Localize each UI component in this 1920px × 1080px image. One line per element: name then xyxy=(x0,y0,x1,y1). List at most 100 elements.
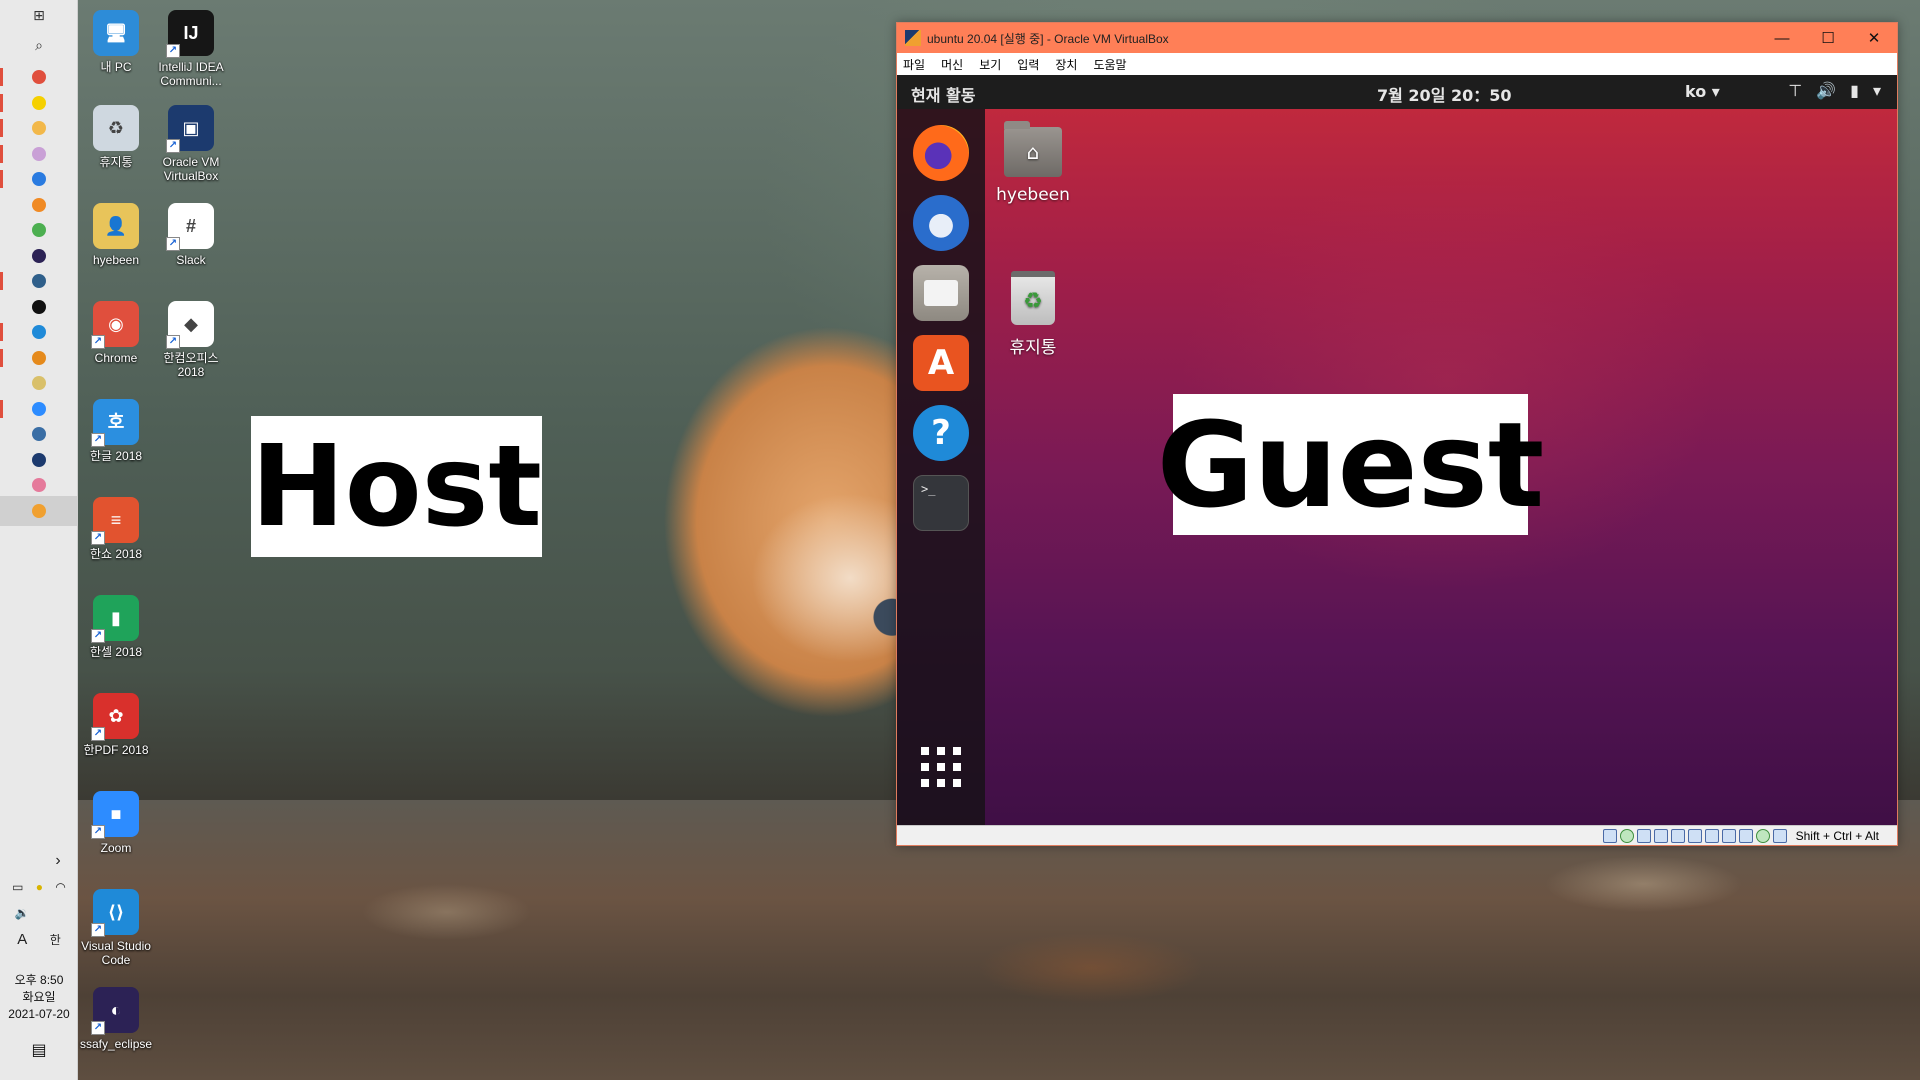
menu-machine[interactable]: 머신 xyxy=(941,56,963,73)
desktop-icon-hancell[interactable]: ▮ ↗ 한셀 2018 xyxy=(80,595,152,659)
virtualbox-glyph-icon xyxy=(32,452,46,467)
vbox-title-bar[interactable]: ubuntu 20.04 [실행 중] - Oracle VM VirtualB… xyxy=(897,23,1897,53)
input-mode-a-icon[interactable]: A xyxy=(17,931,27,948)
desktop-icon-hangul[interactable]: 호 ↗ 한글 2018 xyxy=(80,399,152,463)
hancell-icon: ▮ ↗ xyxy=(91,595,139,643)
desktop-icon-vscode[interactable]: ⟨⟩ ↗ Visual Studio Code xyxy=(80,889,152,967)
virtualbox-running-glyph-icon xyxy=(32,503,46,518)
hyebeen-icon: 👤 xyxy=(93,203,139,249)
clock-day: 화요일 xyxy=(22,990,56,1004)
desktop-icon-slack[interactable]: # ↗ Slack xyxy=(155,203,227,267)
vbox-status-bar: Shift + Ctrl + Alt xyxy=(897,825,1897,845)
hard-disk-status-icon[interactable] xyxy=(1602,828,1617,843)
eclipse-icon: ◐ ↗ xyxy=(91,987,139,1035)
cpu-status-icon[interactable] xyxy=(1755,828,1770,843)
wifi-icon[interactable]: ◠ xyxy=(55,880,65,894)
usb-status-icon[interactable] xyxy=(1670,828,1685,843)
close-button[interactable]: ✕ xyxy=(1851,23,1897,53)
hyebeen-glyph: 👤 xyxy=(104,216,128,236)
ubuntu-home-folder[interactable]: ⌂ hyebeen xyxy=(983,121,1083,205)
shortcut-arrow-icon: ↗ xyxy=(166,335,180,349)
mypc-label: 내 PC xyxy=(100,60,132,74)
display-status-icon[interactable] xyxy=(1704,828,1719,843)
menu-help[interactable]: 도움말 xyxy=(1093,56,1126,73)
guest-display[interactable]: 현재 활동 7월 20일 20：50 ko ▾ ⊤ 🔊 ▮ ▾ A ? >_ ⌂… xyxy=(897,75,1897,825)
zoom-icon: ■ ↗ xyxy=(91,791,139,839)
thunderbird-icon[interactable] xyxy=(913,195,969,251)
clock-date: 2021-07-20 xyxy=(8,1007,70,1021)
hanpdf-glyph: ✿ xyxy=(108,706,124,726)
firefox-icon[interactable] xyxy=(913,125,969,181)
virtualbox-icon: ▣ ↗ xyxy=(166,105,214,153)
desktop-icon-hanpdf[interactable]: ✿ ↗ 한PDF 2018 xyxy=(80,693,152,757)
ubuntu-trash[interactable]: ♻ 휴지통 xyxy=(983,271,1083,358)
hanpdf-icon: ✿ ↗ xyxy=(91,693,139,741)
host-key-label: Shift + Ctrl + Alt xyxy=(1795,828,1879,843)
kakaotalk-tray-icon[interactable]: ● xyxy=(36,880,43,894)
ubuntu-software-icon[interactable]: A xyxy=(913,335,969,391)
chrome-icon: ◉ ↗ xyxy=(91,301,139,349)
maximize-button[interactable]: ☐ xyxy=(1805,23,1851,53)
recycle-glyph: ♻ xyxy=(107,118,125,138)
recording-status-icon[interactable] xyxy=(1721,828,1736,843)
input-mode-hangul-icon[interactable]: 한 xyxy=(50,931,61,948)
virtualbox-running-taskbar-icon[interactable] xyxy=(0,495,78,526)
volume-icon[interactable]: 🔉 xyxy=(15,906,30,920)
minimize-button[interactable]: — xyxy=(1759,23,1805,53)
eclipse-label: ssafy_eclipse xyxy=(80,1037,153,1051)
app-people-glyph-icon xyxy=(32,427,46,441)
menu-devices[interactable]: 장치 xyxy=(1055,56,1077,73)
desktop-icon-chrome[interactable]: ◉ ↗ Chrome xyxy=(80,301,152,365)
taskbar-clock[interactable]: 오후 8:50 화요일 2021-07-20 xyxy=(0,972,78,1023)
desktop-icon-mypc[interactable]: 🖥 내 PC xyxy=(80,10,152,74)
help-icon[interactable]: ? xyxy=(913,405,969,461)
hancomoffice-glyph: ◆ xyxy=(184,314,198,334)
files-icon[interactable] xyxy=(913,265,969,321)
ubuntu-clock[interactable]: 7월 20일 20：50 xyxy=(1377,82,1512,106)
desktop-icon-hanshow[interactable]: ≡ ↗ 한쇼 2018 xyxy=(80,497,152,561)
desktop-icon-eclipse[interactable]: ◐ ↗ ssafy_eclipse xyxy=(80,987,152,1051)
start-glyph: ⊞ xyxy=(33,6,45,23)
show-applications-icon[interactable] xyxy=(921,747,961,787)
hancomoffice-label: 한컴오피스 2018 xyxy=(163,351,219,379)
shared-folders-status-icon[interactable] xyxy=(1687,828,1702,843)
keyboard-capture-status-icon[interactable] xyxy=(1772,828,1787,843)
search-icon[interactable]: ⌕ xyxy=(0,30,78,60)
app-terminal-glyph-icon xyxy=(32,274,46,288)
desktop-icon-recycle[interactable]: ♻ 휴지통 xyxy=(80,105,152,169)
vscode-glyph: ⟨⟩ xyxy=(107,902,125,922)
virtualbox-window[interactable]: ubuntu 20.04 [실행 중] - Oracle VM VirtualB… xyxy=(896,22,1898,846)
desktop-icon-hyebeen[interactable]: 👤 hyebeen xyxy=(80,203,152,267)
system-menu[interactable]: ⊤ 🔊 ▮ ▾ xyxy=(1788,81,1881,100)
network-status-icon[interactable] xyxy=(1653,828,1668,843)
desktop-icon-hancomoffice[interactable]: ◆ ↗ 한컴오피스 2018 xyxy=(155,301,227,379)
notification-center-icon[interactable]: ▤ xyxy=(28,1040,50,1060)
activities-button[interactable]: 현재 활동 xyxy=(911,82,975,106)
system-menu-arrow-icon: ▾ xyxy=(1872,81,1881,100)
menu-view[interactable]: 보기 xyxy=(979,56,1001,73)
system-tray: › ▭ ● ◠ 🔉 A 한 xyxy=(0,848,78,952)
menu-input[interactable]: 입력 xyxy=(1017,56,1039,73)
hyebeen-label: hyebeen xyxy=(92,253,140,267)
mouse-integration-status-icon[interactable] xyxy=(1738,828,1753,843)
tray-overflow-chevron-icon[interactable]: › xyxy=(55,852,60,870)
desktop-icon-virtualbox[interactable]: ▣ ↗ Oracle VM VirtualBox xyxy=(155,105,227,183)
eclipse-glyph: ◐ xyxy=(110,1000,122,1020)
input-language-menu[interactable]: ko ▾ xyxy=(1685,82,1720,101)
slack-glyph: # xyxy=(185,216,196,236)
intellij-icon: IJ ↗ xyxy=(166,10,214,58)
guest-label-text: Guest xyxy=(1156,395,1545,534)
desktop-icon-intellij[interactable]: IJ ↗ IntelliJ IDEA Communi... xyxy=(155,10,227,88)
trash-label: 휴지통 xyxy=(1009,338,1057,358)
zoom-glyph-icon xyxy=(32,401,46,416)
audio-status-icon[interactable] xyxy=(1636,828,1651,843)
hangul-glyph: 호 xyxy=(107,412,125,432)
virtualbox-logo-icon xyxy=(905,30,921,46)
terminal-icon[interactable]: >_ xyxy=(913,475,969,531)
battery-icon[interactable]: ▭ xyxy=(12,880,23,894)
menu-file[interactable]: 파일 xyxy=(903,56,925,73)
home-folder-label: hyebeen xyxy=(996,185,1070,205)
desktop-icon-zoom[interactable]: ■ ↗ Zoom xyxy=(80,791,152,855)
optical-drive-status-icon[interactable] xyxy=(1619,828,1634,843)
windows-start-icon[interactable]: ⊞ xyxy=(0,0,78,30)
